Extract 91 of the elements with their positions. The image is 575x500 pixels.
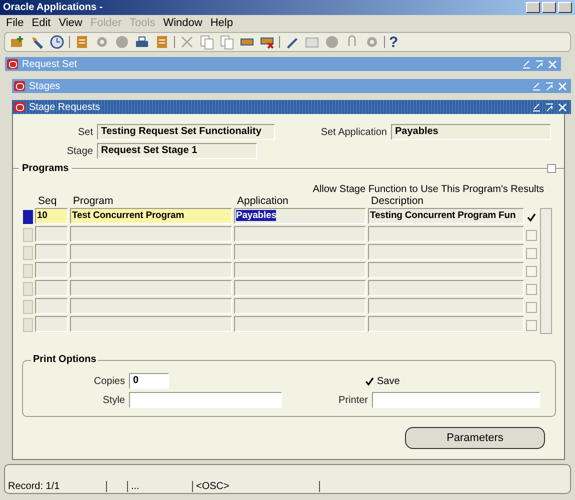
checkbox[interactable] — [526, 302, 537, 312]
table-cell[interactable]: 10 — [35, 208, 68, 224]
table-cell[interactable] — [35, 244, 68, 260]
checkbox[interactable] — [526, 230, 537, 240]
section-title: Programs — [21, 163, 70, 174]
table-cell[interactable] — [70, 244, 232, 260]
table-cell[interactable] — [234, 298, 366, 314]
table-cell[interactable] — [35, 226, 68, 242]
window-title: Oracle Applications - — [3, 2, 104, 13]
status-text: <OSC> — [193, 481, 320, 492]
checkbox[interactable] — [526, 266, 537, 276]
table-cell[interactable] — [368, 226, 524, 242]
minimize-icon[interactable] — [522, 60, 531, 68]
field-label: Stage — [66, 146, 94, 156]
table-cell[interactable] — [234, 280, 366, 296]
input-field[interactable]: Testing Request Set Functionality — [97, 124, 275, 140]
printer-icon[interactable] — [134, 34, 150, 50]
column-header: Program — [72, 195, 114, 208]
help-button[interactable]: ? — [389, 34, 398, 50]
table-cell[interactable]: Testing Concurrent Program Fun — [368, 208, 524, 224]
notepad-icon[interactable] — [154, 34, 170, 50]
checkbox-label: Save — [377, 376, 400, 386]
table-cell[interactable] — [234, 262, 366, 278]
window-title: Stages — [29, 80, 62, 92]
menu-item[interactable]: Window — [163, 17, 202, 29]
window-title: Request Set — [22, 58, 78, 70]
menu-item[interactable]: File — [6, 17, 24, 29]
table-cell[interactable] — [35, 298, 68, 314]
window-title: Stage Requests — [29, 102, 102, 112]
notepad-icon[interactable] — [74, 34, 90, 50]
table-cell[interactable] — [368, 298, 524, 314]
minimize-icon[interactable] — [532, 102, 541, 112]
table-cell[interactable] — [35, 280, 68, 296]
column-header: Allow Stage Function to Use This Program's Results — [312, 184, 545, 195]
column-header: Application — [236, 195, 290, 208]
corner-handle-icon[interactable] — [547, 164, 556, 173]
table-cell[interactable] — [368, 244, 524, 260]
status-text: ... — [128, 481, 193, 492]
table-cell[interactable] — [368, 262, 524, 278]
oracle-icon — [14, 81, 25, 91]
table-cell[interactable] — [234, 316, 366, 332]
table-cell[interactable] — [368, 316, 524, 332]
table-cell[interactable] — [35, 316, 68, 332]
column-header: Seq — [37, 195, 58, 208]
maximize-icon[interactable] — [545, 82, 554, 90]
checkbox[interactable] — [526, 320, 537, 330]
checkbox[interactable] — [526, 212, 537, 222]
parameters-button[interactable]: Parameters — [405, 427, 545, 449]
checkbox[interactable] — [526, 248, 537, 258]
close-icon[interactable] — [548, 60, 557, 68]
table-cell[interactable] — [70, 316, 232, 332]
oracle-icon — [14, 102, 25, 112]
field-label: Style — [102, 394, 126, 406]
table-cell[interactable] — [70, 226, 232, 242]
table-cell[interactable] — [234, 244, 366, 260]
table-cell[interactable]: Test Concurrent Program — [70, 208, 232, 224]
input-field[interactable]: Payables — [391, 124, 551, 140]
column-header: Description — [370, 195, 425, 208]
field-label: Printer — [338, 394, 369, 406]
close-button[interactable] — [558, 2, 572, 13]
menu-item[interactable]: Edit — [32, 17, 51, 29]
table-cell[interactable] — [70, 262, 232, 278]
folder-plus-icon[interactable] — [9, 34, 25, 50]
oracle-icon — [7, 59, 18, 69]
status-text: Record: 1/1 — [5, 481, 107, 492]
checkbox[interactable] — [364, 376, 375, 386]
minimize-button[interactable] — [526, 2, 540, 13]
menu-item[interactable]: Help — [210, 17, 233, 29]
maximize-icon[interactable] — [535, 60, 544, 68]
table-cell[interactable] — [70, 298, 232, 314]
section-title: Print Options — [31, 354, 98, 365]
field-label: Set Application — [320, 126, 388, 138]
close-icon[interactable] — [558, 82, 567, 90]
input-field[interactable]: Request Set Stage 1 — [97, 143, 257, 159]
table-cell[interactable] — [70, 280, 232, 296]
table-cell[interactable] — [234, 226, 366, 242]
input-field[interactable]: 0 — [129, 373, 169, 389]
table-cell[interactable] — [35, 262, 68, 278]
field-label: Set — [76, 126, 94, 138]
input-field[interactable] — [372, 392, 540, 408]
scrollbar[interactable] — [540, 208, 552, 334]
table-cell[interactable] — [368, 280, 524, 296]
clock-icon[interactable] — [49, 34, 65, 50]
field-label: Copies — [92, 376, 126, 386]
checkbox[interactable] — [526, 284, 537, 294]
maximize-icon[interactable] — [545, 102, 554, 112]
input-field[interactable] — [129, 392, 282, 408]
minimize-icon[interactable] — [532, 82, 541, 90]
close-icon[interactable] — [558, 102, 567, 112]
menu-item[interactable]: View — [58, 17, 82, 29]
maximize-button[interactable] — [542, 2, 556, 13]
